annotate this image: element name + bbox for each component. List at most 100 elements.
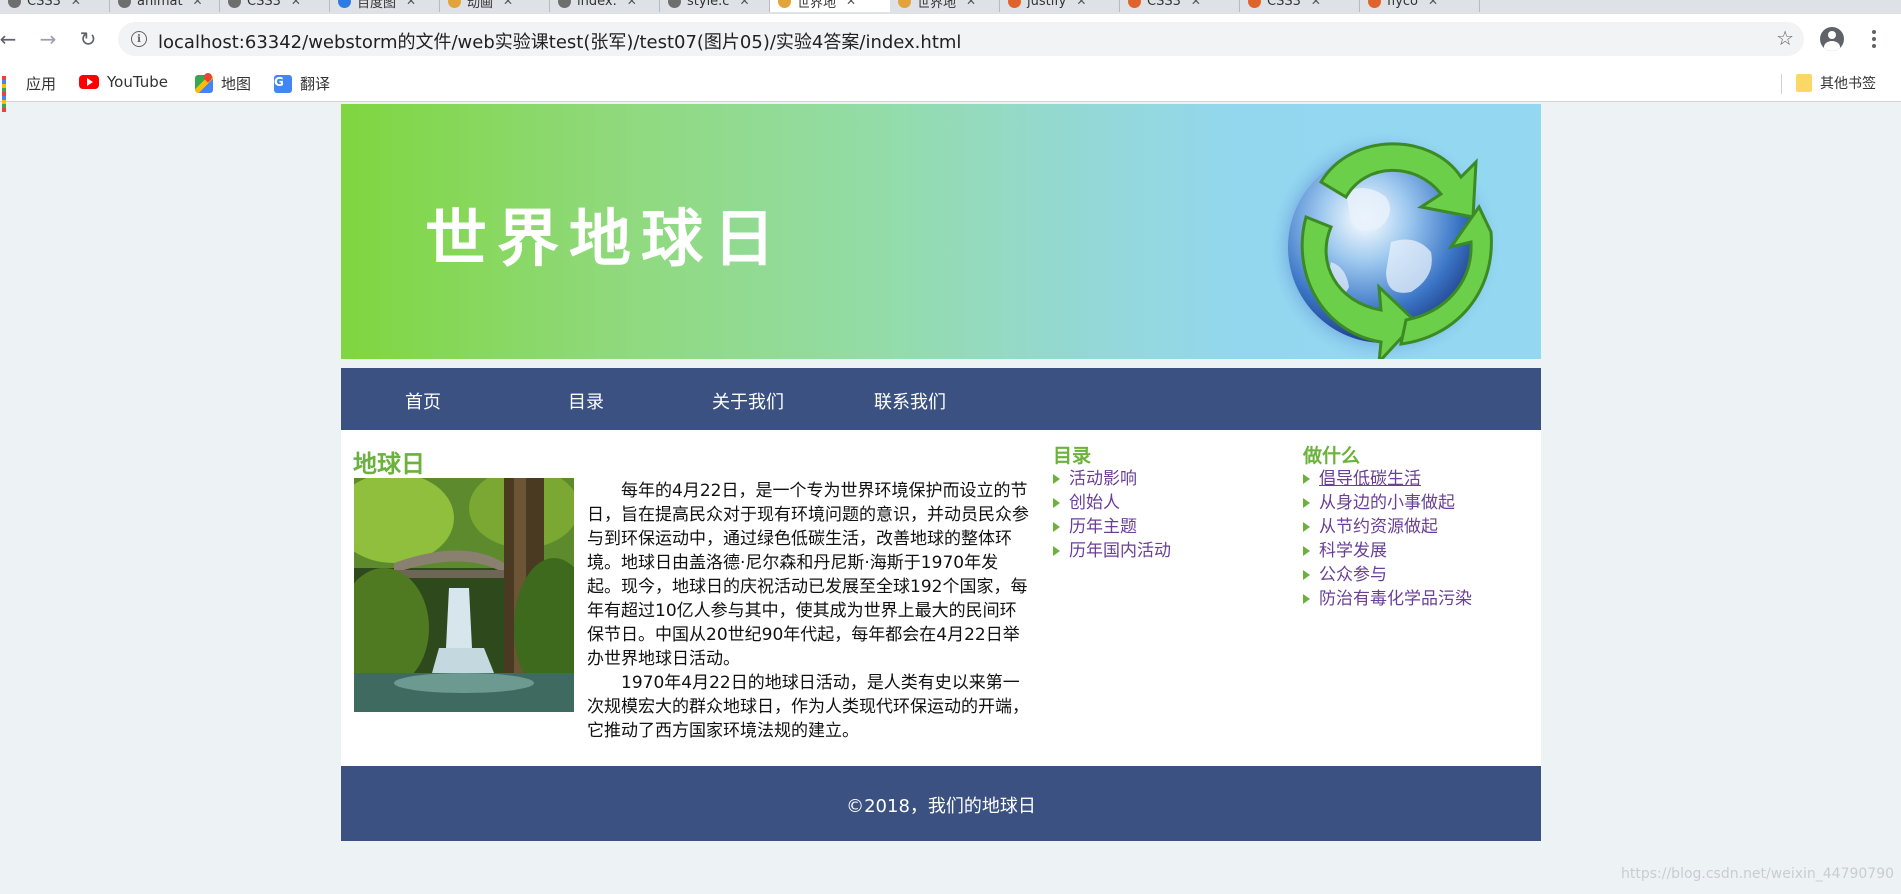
tab-favicon-icon bbox=[1128, 0, 1141, 8]
reload-icon[interactable]: ↻ bbox=[76, 27, 100, 51]
tab-close-icon[interactable]: ✕ bbox=[1311, 0, 1321, 8]
browser-tab[interactable]: index. ✕ bbox=[550, 0, 660, 12]
tab-close-icon[interactable]: ✕ bbox=[1076, 0, 1086, 8]
bookmark-youtube-label: YouTube bbox=[107, 73, 168, 91]
tab-label: 世界地 bbox=[917, 0, 957, 11]
star-icon[interactable]: ☆ bbox=[1776, 26, 1794, 50]
bookmark-translate-label: 翻译 bbox=[300, 75, 331, 93]
browser-tab[interactable]: 动画 ✕ bbox=[440, 0, 550, 12]
tab-favicon-icon bbox=[118, 0, 131, 8]
recycle-globe-icon bbox=[1266, 129, 1502, 359]
browser-tab[interactable]: justify ✕ bbox=[1000, 0, 1120, 12]
tab-label: animat bbox=[137, 0, 183, 9]
tab-close-icon[interactable]: ✕ bbox=[503, 0, 513, 8]
tab-label: 世界地 bbox=[797, 0, 837, 11]
watermark: https://blog.csdn.net/weixin_44790790 bbox=[1621, 866, 1895, 882]
tab-close-icon[interactable]: ✕ bbox=[966, 0, 976, 8]
tab-label: index. bbox=[577, 0, 617, 9]
nav-about[interactable]: 关于我们 bbox=[712, 388, 784, 414]
tab-favicon-icon bbox=[1248, 0, 1261, 8]
browser-tab[interactable]: flyco ✕ bbox=[1360, 0, 1480, 12]
browser-tab[interactable]: 世界地 ✕ bbox=[770, 0, 890, 12]
footer-copyright: ©2018，我们的地球日 bbox=[846, 796, 1036, 817]
banner-title: 世界地球日 bbox=[425, 202, 786, 275]
browser-tab[interactable]: 世界地 ✕ bbox=[890, 0, 1000, 12]
browser-tab[interactable]: CSS3 ✕ bbox=[1120, 0, 1240, 12]
article-heading: 地球日 bbox=[353, 450, 425, 478]
bookmark-youtube[interactable]: YouTube bbox=[79, 73, 168, 91]
catalog-link[interactable]: 历年主题 bbox=[1053, 515, 1171, 539]
browser-toolbar: ← → ↻ i localhost:63342/webstorm的文件/web实… bbox=[0, 14, 1901, 64]
catalog-link[interactable]: 活动影响 bbox=[1053, 467, 1171, 491]
browser-tab[interactable]: 百度图 ✕ bbox=[330, 0, 440, 12]
catalog-list: 活动影响 创始人 历年主题 历年国内活动 bbox=[1053, 467, 1171, 563]
translate-icon: G bbox=[274, 74, 292, 93]
tab-close-icon[interactable]: ✕ bbox=[1191, 0, 1201, 8]
forward-icon[interactable]: → bbox=[36, 27, 60, 51]
waterfall-photo bbox=[354, 478, 574, 712]
todo-link[interactable]: 公众参与 bbox=[1303, 563, 1472, 587]
url-text[interactable]: localhost:63342/webstorm的文件/web实验课test(张… bbox=[158, 28, 961, 54]
catalog-column: 目录 活动影响 创始人 历年主题 历年国内活动 bbox=[1053, 443, 1171, 563]
tab-favicon-icon bbox=[448, 0, 461, 8]
catalog-link[interactable]: 历年国内活动 bbox=[1053, 539, 1171, 563]
tab-label: CSS3 bbox=[27, 0, 61, 9]
article-body: 每年的4月22日，是一个专为世界环境保护而设立的节日，旨在提高民众对于现有环境问… bbox=[587, 479, 1030, 743]
tab-close-icon[interactable]: ✕ bbox=[291, 0, 301, 8]
main-nav: 首页 目录 关于我们 联系我们 bbox=[341, 368, 1541, 430]
todo-list: 倡导低碳生活 从身边的小事做起 从节约资源做起 科学发展 公众参与 防治有毒化学… bbox=[1303, 467, 1472, 611]
catalog-link[interactable]: 创始人 bbox=[1053, 491, 1171, 515]
browser-tab[interactable]: CSS3 ✕ bbox=[1240, 0, 1360, 12]
browser-tab[interactable]: CSS3 ✕ bbox=[220, 0, 330, 12]
youtube-icon bbox=[79, 75, 99, 89]
bookmarks-bar: 应用 YouTube 地图 G 翻译 其他书签 bbox=[0, 64, 1901, 112]
tab-close-icon[interactable]: ✕ bbox=[406, 0, 416, 8]
tab-label: style.c bbox=[687, 0, 730, 9]
todo-link[interactable]: 倡导低碳生活 bbox=[1303, 467, 1472, 491]
nav-catalog[interactable]: 目录 bbox=[568, 388, 604, 414]
tab-label: justify bbox=[1027, 0, 1067, 9]
article-paragraph: 1970年4月22日的地球日活动，是人类有史以来第一次规模宏大的群众地球日，作为… bbox=[587, 673, 1029, 741]
nav-contact[interactable]: 联系我们 bbox=[874, 388, 946, 414]
article-paragraph: 每年的4月22日，是一个专为世界环境保护而设立的节日，旨在提高民众对于现有环境问… bbox=[587, 481, 1029, 669]
browser-tab[interactable]: CSS3 ✕ bbox=[0, 0, 110, 12]
tab-label: 动画 bbox=[467, 0, 494, 11]
info-icon[interactable]: i bbox=[131, 31, 147, 47]
todo-link[interactable]: 防治有毒化学品污染 bbox=[1303, 587, 1472, 611]
tab-label: CSS3 bbox=[247, 0, 281, 9]
bookmark-apps[interactable]: 应用 bbox=[2, 73, 56, 112]
tab-favicon-icon bbox=[1008, 0, 1021, 8]
tab-close-icon[interactable]: ✕ bbox=[739, 0, 749, 8]
tab-label: 百度图 bbox=[357, 0, 397, 11]
todo-link[interactable]: 从身边的小事做起 bbox=[1303, 491, 1472, 515]
browser-tab[interactable]: animat ✕ bbox=[110, 0, 220, 12]
todo-link[interactable]: 科学发展 bbox=[1303, 539, 1472, 563]
todo-heading: 做什么 bbox=[1303, 445, 1361, 467]
tab-favicon-icon bbox=[8, 0, 21, 8]
tab-close-icon[interactable]: ✕ bbox=[1428, 0, 1438, 8]
tab-label: flyco bbox=[1387, 0, 1418, 9]
catalog-heading: 目录 bbox=[1053, 445, 1092, 467]
todo-link[interactable]: 从节约资源做起 bbox=[1303, 515, 1472, 539]
bookmark-maps[interactable]: 地图 bbox=[195, 73, 251, 94]
bookmarks-divider bbox=[1781, 74, 1782, 94]
tab-close-icon[interactable]: ✕ bbox=[627, 0, 637, 8]
tab-close-icon[interactable]: ✕ bbox=[71, 0, 81, 8]
tab-close-icon[interactable]: ✕ bbox=[193, 0, 203, 8]
bookmark-translate[interactable]: G 翻译 bbox=[274, 73, 330, 94]
back-icon[interactable]: ← bbox=[0, 27, 20, 51]
tab-close-icon[interactable]: ✕ bbox=[846, 0, 856, 8]
profile-icon[interactable] bbox=[1820, 27, 1844, 51]
folder-icon bbox=[1796, 74, 1812, 92]
maps-icon bbox=[195, 74, 213, 93]
bookmark-other[interactable]: 其他书签 bbox=[1796, 73, 1876, 93]
bookmark-maps-label: 地图 bbox=[221, 75, 252, 93]
tab-strip: CSS3 ✕ animat ✕ CSS3 ✕ 百度图 ✕ 动画 ✕ index. ✕ style.c ✕ 世… bbox=[0, 0, 1901, 14]
browser-tab[interactable]: style.c ✕ bbox=[660, 0, 770, 12]
menu-icon[interactable] bbox=[1866, 27, 1882, 51]
address-bar[interactable]: i localhost:63342/webstorm的文件/web实验课test… bbox=[118, 22, 1804, 56]
tab-favicon-icon bbox=[668, 0, 681, 8]
tab-favicon-icon bbox=[778, 0, 791, 8]
tab-favicon-icon bbox=[898, 0, 911, 8]
nav-home[interactable]: 首页 bbox=[405, 388, 441, 414]
